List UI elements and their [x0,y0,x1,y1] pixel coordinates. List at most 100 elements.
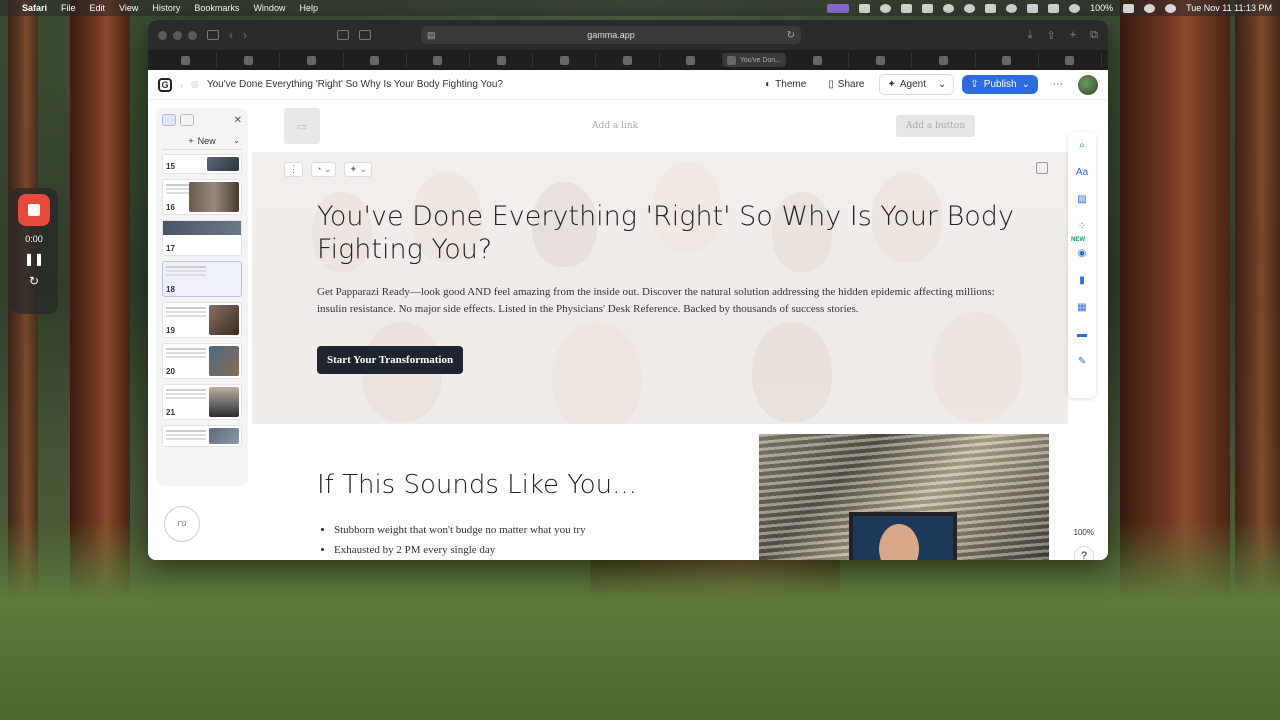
menu-edit[interactable]: Edit [90,3,106,13]
close-icon[interactable]: ✕ [234,115,242,126]
tab[interactable] [533,53,597,67]
tab-active[interactable]: You've Don... [722,53,787,67]
menu-history[interactable]: History [152,3,180,13]
status-icon[interactable] [964,3,976,13]
list-view-icon[interactable] [180,114,194,126]
edit-icon[interactable]: ✎ [1075,354,1089,368]
slide-thumbnail[interactable]: 17 [162,220,242,256]
new-slide-button[interactable]: + New ⌄ [162,132,242,150]
hero-subtitle[interactable]: Get Papparazi Ready—look good AND feel a… [317,284,997,318]
status-icon[interactable] [880,3,892,13]
menubar-app-name[interactable]: Safari [22,3,47,13]
download-icon[interactable]: ⤓ [1028,29,1033,42]
apps-icon[interactable]: ⁘ [1075,219,1089,233]
status-icon[interactable] [943,3,955,13]
wifi-icon[interactable] [1027,3,1039,13]
sidebar-toggle-icon[interactable] [207,30,219,40]
publish-button[interactable]: ⇪ Publish ⌄ [962,75,1038,94]
volume-icon[interactable] [1048,3,1060,13]
chevron-down-icon[interactable]: ⌄ [938,79,946,90]
embed-icon[interactable]: NEW ◉ [1071,237,1089,260]
slide-thumbnail[interactable]: 19 [162,302,242,338]
menubar-clock[interactable]: Tue Nov 11 11:13 PM [1186,3,1272,13]
tab[interactable] [470,53,534,67]
window-controls[interactable] [158,30,197,40]
add-link-field[interactable]: Add a link [592,121,638,131]
slide-title[interactable]: If This Sounds Like You... [317,470,637,500]
share-button[interactable]: ▯ Share [821,75,871,94]
help-button[interactable]: ? [1074,546,1094,560]
chevron-down-icon[interactable]: ⌄ [233,136,240,145]
layout-icon[interactable]: ▦ [1075,300,1089,314]
zoom-level[interactable]: 100% [1074,528,1094,537]
tab[interactable] [849,53,913,67]
chevron-down-icon[interactable]: ⌄ [1022,79,1030,90]
gamma-logo-icon[interactable]: G [158,77,172,92]
more-options-icon[interactable]: ⋯ [1046,75,1070,94]
tab[interactable] [154,53,218,67]
slide-thumbnail[interactable]: 21 [162,384,242,420]
add-button-field[interactable]: Add a button [896,115,976,137]
slide-thumbnail-selected[interactable]: 18 [162,261,242,297]
status-icon[interactable] [1006,3,1018,13]
menu-window[interactable]: Window [253,3,285,13]
search-icon[interactable] [1144,3,1156,13]
pause-icon[interactable]: ❚❚ [24,252,44,266]
slide-thumbnail[interactable]: 20 [162,343,242,379]
extension-icon[interactable] [337,30,349,40]
tab[interactable] [786,53,850,67]
restart-icon[interactable]: ↻ [29,274,39,288]
menu-help[interactable]: Help [299,3,318,13]
list-item[interactable]: Exhausted by 2 PM every single day [334,540,586,560]
tab[interactable] [1039,53,1103,67]
tab[interactable] [912,53,976,67]
ai-edit-icon[interactable]: ✦ ⌄ [344,162,373,177]
tab[interactable] [344,53,407,67]
tab[interactable] [596,53,660,67]
thumbnail-view-icon[interactable] [162,114,176,126]
image-placeholder[interactable]: ▭ [284,108,320,144]
stop-record-button[interactable] [18,194,50,226]
status-app-icon[interactable] [827,3,850,13]
bluetooth-icon[interactable] [1069,3,1081,13]
slide-thumbnail[interactable]: 16 [162,179,242,215]
reload-icon[interactable]: ↻ [787,30,795,41]
tab[interactable] [217,53,281,67]
status-icon[interactable] [859,3,871,13]
search-icon[interactable]: ⌕ [1075,138,1089,152]
status-icon[interactable] [901,3,913,13]
tab[interactable] [280,53,344,67]
start-transformation-button[interactable]: Start Your Transformation [317,346,464,374]
back-icon[interactable]: ‹ [229,28,233,42]
menu-bookmarks[interactable]: Bookmarks [194,3,239,13]
text-style-icon[interactable]: Aa [1075,165,1089,179]
chart-icon[interactable]: ▮ [1075,273,1089,287]
document-title[interactable]: You've Done Everything 'Right' So Why Is… [207,79,503,90]
forward-icon[interactable]: › [243,28,247,42]
tab[interactable] [407,53,471,67]
share-icon[interactable]: ⇧ [1046,29,1055,42]
image-icon[interactable]: ▨ [1075,192,1089,206]
new-tab-icon[interactable]: + [1070,29,1076,42]
tab[interactable] [660,53,723,67]
menu-view[interactable]: View [119,3,138,13]
page-settings-icon[interactable]: ▤ [427,30,436,41]
tab[interactable] [976,53,1039,67]
theme-button[interactable]: ◐ Theme [758,75,813,94]
table-icon[interactable]: ▬ [1075,327,1089,341]
notes-icon[interactable] [1036,162,1048,174]
drag-handle-icon[interactable]: ⋮ [284,162,303,177]
avatar[interactable] [1078,74,1098,95]
tab-overview-icon[interactable]: ⧉ [1090,29,1098,42]
status-icon[interactable] [922,3,934,13]
hero-title[interactable]: You've Done Everything 'Right' So Why Is… [317,200,1017,266]
list-item[interactable]: Stubborn weight that won't budge no matt… [334,520,586,540]
control-center-icon[interactable] [1165,3,1177,13]
agent-button[interactable]: ✦ Agent ⌄ [879,74,955,95]
slide-thumbnail[interactable]: 15 [162,154,242,174]
battery-icon[interactable] [1123,3,1135,13]
menu-file[interactable]: File [61,3,76,13]
bullet-list[interactable]: Stubborn weight that won't budge no matt… [334,520,586,560]
status-icon[interactable] [985,3,997,13]
extension-icon[interactable] [359,30,371,40]
